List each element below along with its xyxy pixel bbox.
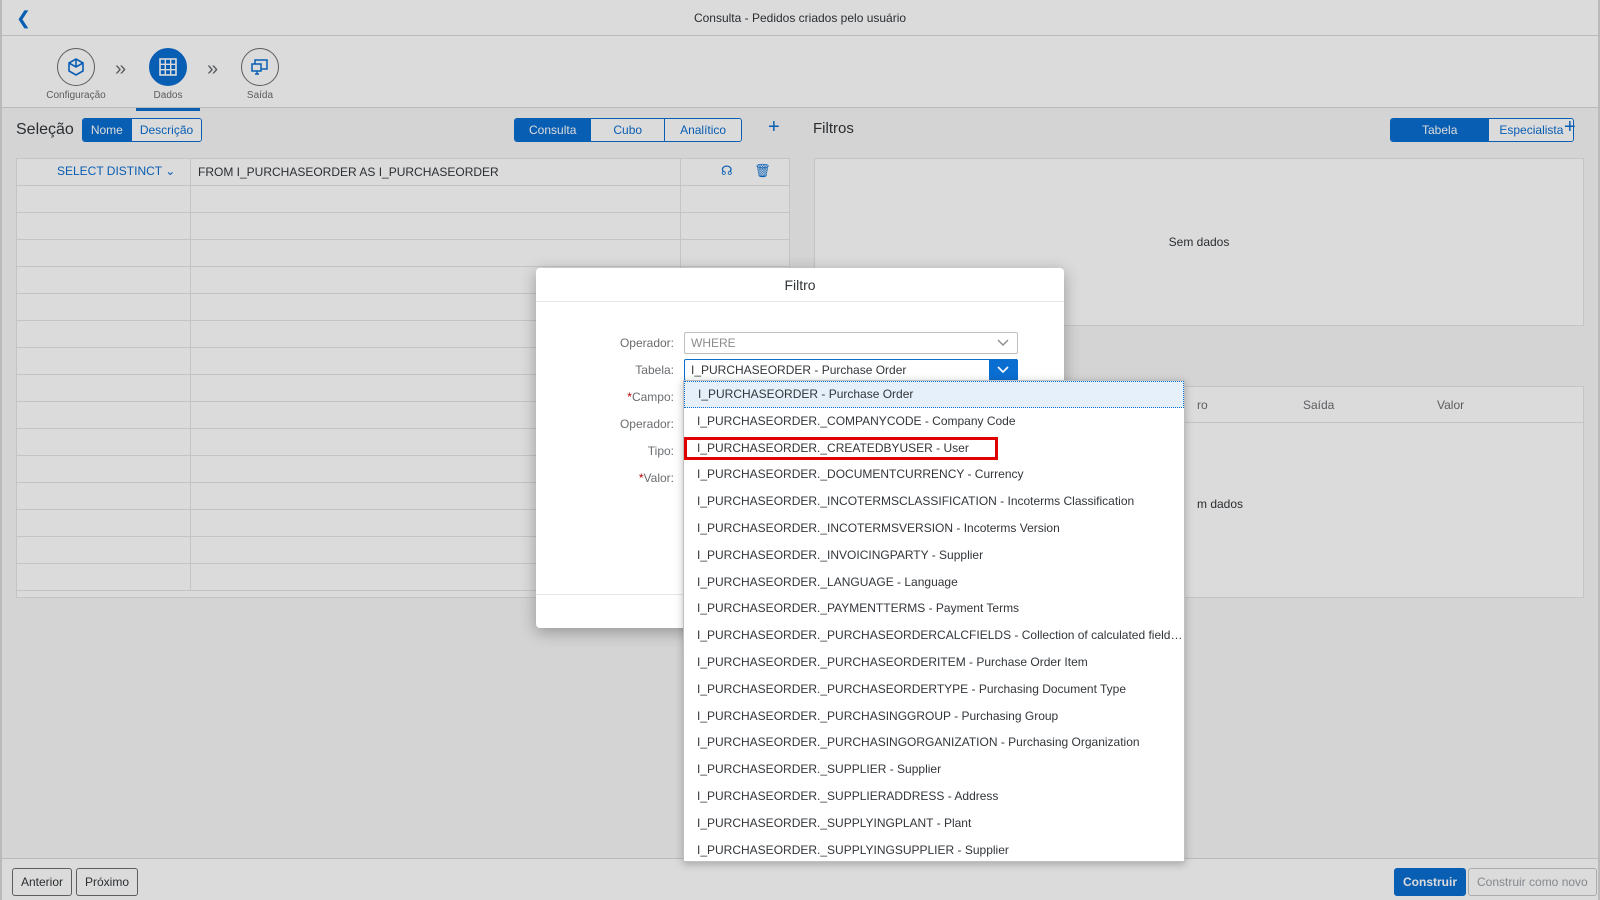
list-item[interactable]: I_PURCHASEORDER._COMPANYCODE - Company C… <box>684 408 1184 435</box>
campo-label: *Campo: <box>627 390 674 404</box>
chevron-down-icon <box>989 332 1017 354</box>
form-row-operador: Operador: WHERE <box>536 332 1064 354</box>
chevron-down-icon[interactable] <box>989 359 1017 381</box>
list-item[interactable]: I_PURCHASEORDER._SUPPLYINGSUPPLIER - Sup… <box>684 837 1184 861</box>
list-item[interactable]: I_PURCHASEORDER._PURCHASEORDERTYPE - Pur… <box>684 676 1184 703</box>
list-item[interactable]: I_PURCHASEORDER._PURCHASEORDERCALCFIELDS… <box>684 622 1184 649</box>
tipo-label: Tipo: <box>647 444 674 458</box>
operador2-label: Operador: <box>619 417 674 431</box>
tabela-label: Tabela: <box>635 363 674 377</box>
list-item[interactable]: I_PURCHASEORDER._INVOICINGPARTY - Suppli… <box>684 542 1184 569</box>
list-item[interactable]: I_PURCHASEORDER._INCOTERMSCLASSIFICATION… <box>684 488 1184 515</box>
list-item[interactable]: I_PURCHASEORDER._PURCHASINGORGANIZATION … <box>684 729 1184 756</box>
list-item[interactable]: I_PURCHASEORDER._PURCHASINGGROUP - Purch… <box>684 703 1184 730</box>
list-item[interactable]: I_PURCHASEORDER - Purchase Order <box>684 381 1184 408</box>
list-item[interactable]: I_PURCHASEORDER._SUPPLIER - Supplier <box>684 756 1184 783</box>
valor-label: *Valor: <box>638 471 674 485</box>
operador-select[interactable]: WHERE <box>684 332 1018 354</box>
list-item[interactable]: I_PURCHASEORDER._SUPPLIERADDRESS - Addre… <box>684 783 1184 810</box>
operador-label: Operador: <box>619 336 674 350</box>
list-item[interactable]: I_PURCHASEORDER._CREATEDBYUSER - User <box>684 435 1184 462</box>
tabela-dropdown-list: I_PURCHASEORDER - Purchase Order I_PURCH… <box>683 380 1185 862</box>
list-item[interactable]: I_PURCHASEORDER._SUPPLYINGPLANT - Plant <box>684 810 1184 837</box>
list-item[interactable]: I_PURCHASEORDER._INCOTERMSVERSION - Inco… <box>684 515 1184 542</box>
list-item[interactable]: I_PURCHASEORDER._PURCHASEORDERITEM - Pur… <box>684 649 1184 676</box>
list-item[interactable]: I_PURCHASEORDER._DOCUMENTCURRENCY - Curr… <box>684 461 1184 488</box>
form-row-tabela: Tabela: I_PURCHASEORDER - Purchase Order <box>536 359 1064 381</box>
list-item[interactable]: I_PURCHASEORDER._PAYMENTTERMS - Payment … <box>684 595 1184 622</box>
tabela-select[interactable]: I_PURCHASEORDER - Purchase Order <box>684 359 1018 381</box>
list-item[interactable]: I_PURCHASEORDER._LANGUAGE - Language <box>684 569 1184 596</box>
dialog-title: Filtro <box>536 268 1064 302</box>
